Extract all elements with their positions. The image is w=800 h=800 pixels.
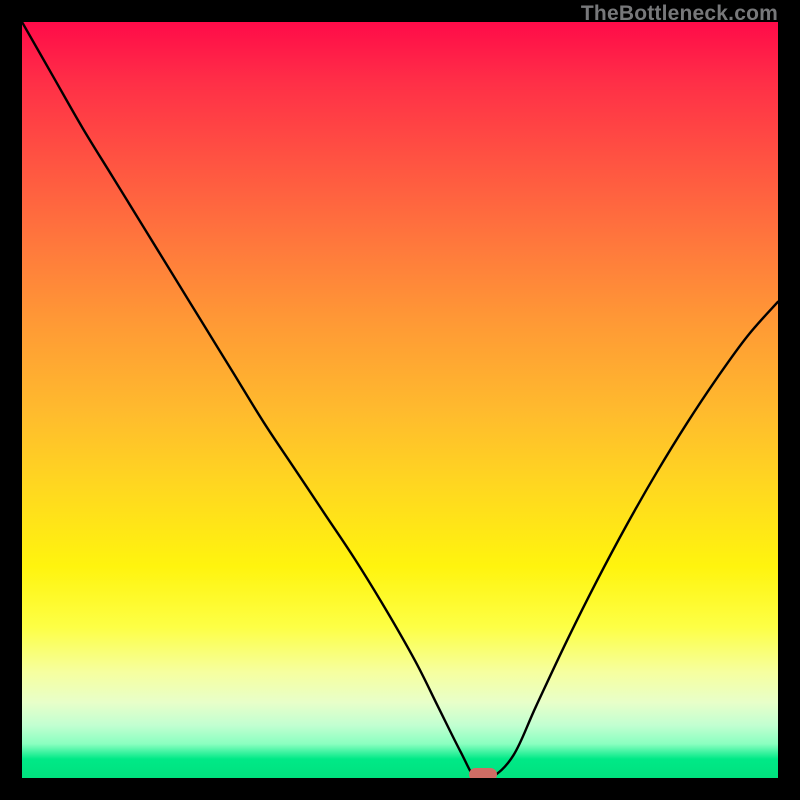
plot-area [22, 22, 778, 778]
chart-stage: TheBottleneck.com [0, 0, 800, 800]
curve-layer [22, 22, 778, 778]
bottleneck-curve-path [22, 22, 778, 778]
watermark-label: TheBottleneck.com [581, 2, 778, 26]
optimal-marker [469, 768, 497, 778]
